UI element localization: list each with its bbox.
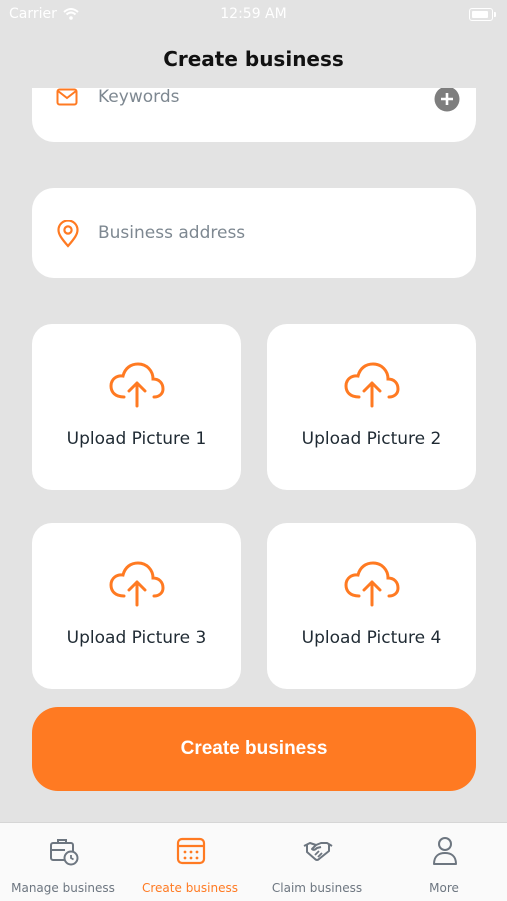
tab-bar: Manage business Create business Claim bu… (0, 822, 507, 901)
tab-more-label: More (429, 881, 459, 895)
create-business-button[interactable]: Create business (32, 707, 476, 791)
clock: 12:59 AM (220, 6, 287, 22)
upload-picture-1-label: Upload Picture 1 (66, 429, 207, 449)
tab-create-business-label: Create business (142, 881, 238, 895)
add-keyword-icon[interactable] (434, 88, 460, 112)
upload-picture-3-label: Upload Picture 3 (66, 628, 207, 648)
page-title: Create business (163, 47, 344, 71)
upload-picture-4-label: Upload Picture 4 (301, 628, 442, 648)
upload-picture-2-label: Upload Picture 2 (301, 429, 442, 449)
tab-manage-business[interactable]: Manage business (0, 823, 126, 901)
mail-icon (56, 88, 78, 106)
upload-picture-2-button[interactable]: Upload Picture 2 (267, 324, 476, 490)
business-address-field[interactable]: Business address (32, 188, 476, 278)
business-address-placeholder: Business address (98, 223, 246, 243)
tab-more[interactable]: More (381, 823, 507, 901)
cloud-upload-icon (344, 561, 400, 607)
keywords-field[interactable]: Keywords (32, 88, 476, 142)
upload-picture-4-button[interactable]: Upload Picture 4 (267, 523, 476, 689)
tab-create-business[interactable]: Create business (127, 823, 253, 901)
location-pin-icon (57, 220, 79, 248)
upload-picture-3-button[interactable]: Upload Picture 3 (32, 523, 241, 689)
tab-claim-business-label: Claim business (271, 881, 363, 895)
handshake-icon (303, 842, 333, 861)
tab-manage-business-label: Manage business (11, 881, 115, 895)
tab-claim-business[interactable]: Claim business (254, 823, 380, 901)
status-bar: Carrier 12:59 AM (0, 0, 507, 30)
keywords-placeholder: Keywords (98, 88, 180, 107)
calendar-icon (176, 837, 206, 865)
cloud-upload-icon (109, 362, 165, 408)
cloud-upload-icon (109, 561, 165, 607)
briefcase-clock-icon (50, 839, 79, 866)
cloud-upload-icon (344, 362, 400, 408)
battery-icon (469, 8, 496, 21)
upload-picture-1-button[interactable]: Upload Picture 1 (32, 324, 241, 490)
person-icon (433, 837, 457, 865)
